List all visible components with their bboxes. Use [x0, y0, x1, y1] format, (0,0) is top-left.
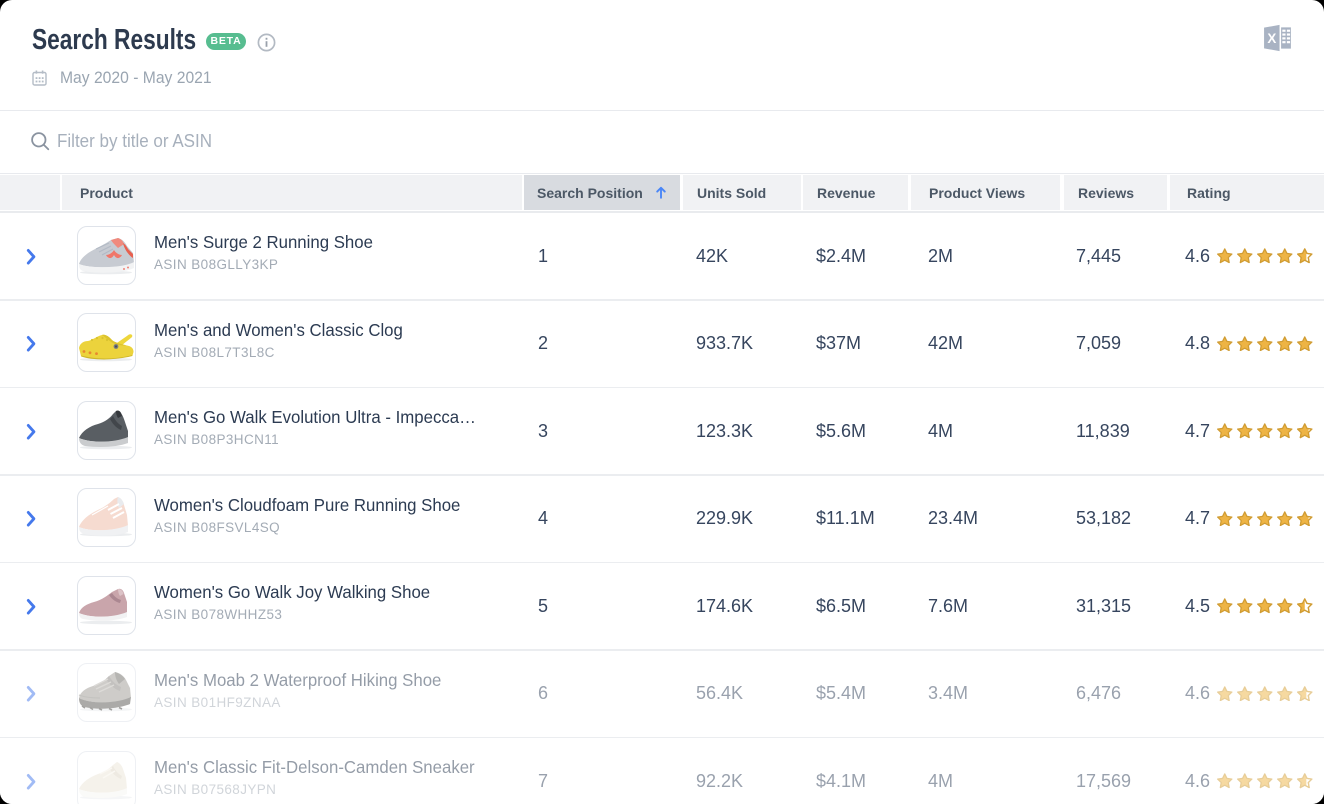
svg-text:X: X: [1267, 30, 1276, 45]
